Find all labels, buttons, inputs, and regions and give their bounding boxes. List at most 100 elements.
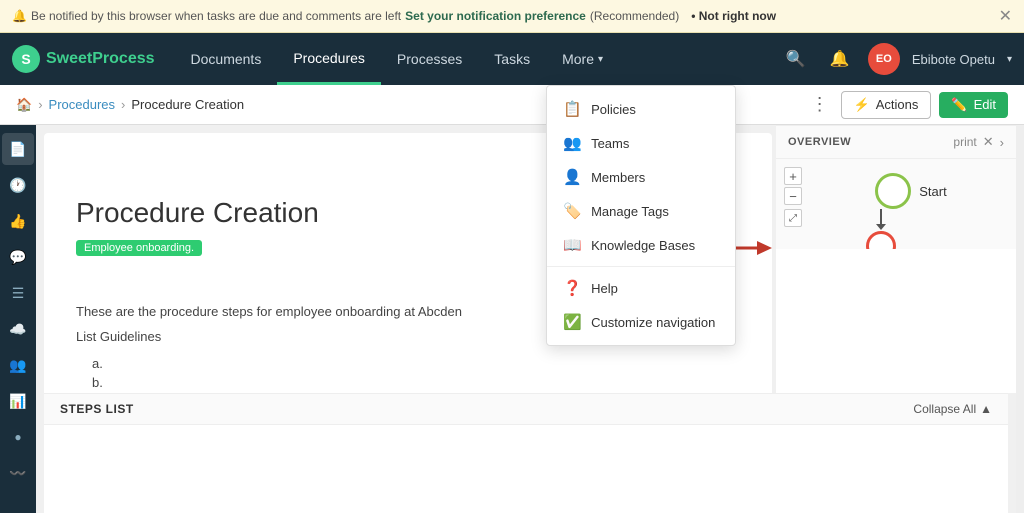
- sidebar-icon-circle[interactable]: ●: [2, 421, 34, 453]
- user-name[interactable]: Ebibote Opetu: [912, 52, 995, 67]
- nav-procedures[interactable]: Procedures: [277, 33, 381, 85]
- customize-icon: ✅: [563, 313, 581, 331]
- nav-processes[interactable]: Processes: [381, 33, 478, 85]
- edit-pencil-icon: ✏️: [951, 97, 967, 113]
- nav-right-actions: 🔍 🔔 EO Ebibote Opetu ▾: [780, 43, 1012, 75]
- fit-map-button[interactable]: ⤢: [784, 209, 802, 227]
- notifications-button[interactable]: 🔔: [824, 43, 856, 75]
- collapse-all-button[interactable]: Collapse All ▲: [913, 402, 992, 416]
- breadcrumb-separator-2: ›: [121, 97, 125, 112]
- procedure-tag[interactable]: Employee onboarding.: [76, 240, 202, 256]
- chevron-down-icon: ▾: [598, 54, 603, 65]
- overview-panel: OVERVIEW print ✕ › + − ⤢: [776, 125, 1016, 393]
- logo[interactable]: S SweetProcess: [12, 45, 155, 73]
- sidebar-icon-likes[interactable]: 👍: [2, 205, 34, 237]
- list-item-a: a.: [92, 354, 740, 373]
- help-label: Help: [591, 281, 618, 296]
- overview-map: + − ⤢ Start: [776, 159, 1016, 249]
- start-circle: [875, 173, 911, 209]
- teams-label: Teams: [591, 136, 629, 151]
- sidebar-icon-comments[interactable]: 💬: [2, 241, 34, 273]
- expand-overview-icon[interactable]: ›: [1000, 135, 1004, 150]
- overview-controls: print ✕ ›: [953, 134, 1004, 150]
- scrollbar-right[interactable]: [1016, 125, 1024, 513]
- start-node: Start: [875, 173, 946, 209]
- print-label[interactable]: print: [953, 135, 976, 149]
- list-item-b: b.: [92, 373, 740, 392]
- main-layout: 📄 🕐 👍 💬 ☰ ☁️ 👥 📊 ● 〰️ 🔔 ⊞ 🌐 Procedure Cr…: [0, 125, 1024, 513]
- steps-panel: STEPS LIST Collapse All ▲: [44, 393, 1008, 513]
- more-label: More: [562, 51, 594, 67]
- steps-header: STEPS LIST Collapse All ▲: [44, 394, 1008, 425]
- nav-documents[interactable]: Documents: [175, 33, 278, 85]
- procedure-panel: 🔔 ⊞ 🌐 Procedure Creation Employee onboar…: [36, 125, 1016, 393]
- notification-bar: 🔔 Be notified by this browser when tasks…: [0, 0, 1024, 33]
- sidebar-icon-analytics[interactable]: 📊: [2, 385, 34, 417]
- not-right-now[interactable]: • Not right now: [691, 9, 776, 23]
- edit-button[interactable]: ✏️ Edit: [939, 92, 1008, 118]
- dropdown-members[interactable]: 👤 Members: [547, 160, 735, 194]
- left-sidebar: 📄 🕐 👍 💬 ☰ ☁️ 👥 📊 ● 〰️: [0, 125, 36, 513]
- start-label: Start: [919, 184, 946, 199]
- dropdown-teams[interactable]: 👥 Teams: [547, 126, 735, 160]
- overview-title: OVERVIEW: [788, 136, 851, 148]
- more-dropdown-menu: 📋 Policies 👥 Teams 👤 Members 🏷️ Manage T…: [546, 85, 736, 346]
- members-icon: 👤: [563, 168, 581, 186]
- user-avatar[interactable]: EO: [868, 43, 900, 75]
- logo-icon: S: [12, 45, 40, 73]
- notification-text: Be notified by this browser when tasks a…: [31, 9, 401, 23]
- collapse-all-label: Collapse All: [913, 402, 976, 416]
- logo-text: SweetProcess: [46, 50, 155, 68]
- dropdown-manage-tags[interactable]: 🏷️ Manage Tags: [547, 194, 735, 228]
- bell-icon: 🔔: [12, 9, 27, 23]
- notification-link[interactable]: Set your notification preference: [405, 9, 586, 23]
- sidebar-icon-wave[interactable]: 〰️: [2, 457, 34, 489]
- breadcrumb-procedures[interactable]: Procedures: [49, 97, 115, 112]
- sidebar-icon-history[interactable]: 🕐: [2, 169, 34, 201]
- policies-icon: 📋: [563, 100, 581, 118]
- steps-title: STEPS LIST: [60, 402, 134, 416]
- user-menu-chevron[interactable]: ▾: [1007, 54, 1012, 65]
- home-icon[interactable]: 🏠: [16, 97, 32, 113]
- dropdown-customize-nav[interactable]: ✅ Customize navigation: [547, 305, 735, 339]
- content-area: 🔔 ⊞ 🌐 Procedure Creation Employee onboar…: [36, 125, 1016, 513]
- policies-label: Policies: [591, 102, 636, 117]
- end-circle: [866, 231, 896, 249]
- breadcrumb-current: Procedure Creation: [131, 97, 244, 112]
- sidebar-icon-list[interactable]: ☰: [2, 277, 34, 309]
- nav-more[interactable]: More ▾ 📋 Policies 👥 Teams 👤 Members 🏷️: [546, 33, 619, 85]
- actions-button[interactable]: ⚡ Actions: [841, 91, 932, 119]
- breadcrumb-separator-1: ›: [38, 97, 42, 112]
- end-node: [866, 231, 896, 249]
- customize-nav-label: Customize navigation: [591, 315, 715, 330]
- chevron-up-icon: ▲: [980, 402, 992, 416]
- nav-links: Documents Procedures Processes Tasks Mor…: [175, 33, 620, 85]
- procedure-list: a. b. c. d. e.: [92, 354, 740, 393]
- lightning-icon: ⚡: [854, 97, 870, 113]
- sidebar-icon-documents[interactable]: 📄: [2, 133, 34, 165]
- actions-label: Actions: [876, 97, 919, 112]
- close-overview-icon[interactable]: ✕: [983, 134, 994, 150]
- teams-icon: 👥: [563, 134, 581, 152]
- zoom-controls: + − ⤢: [784, 167, 802, 227]
- sidebar-icon-users[interactable]: 👥: [2, 349, 34, 381]
- list-item-c: c.: [92, 392, 740, 393]
- menu-divider: [547, 266, 735, 267]
- dropdown-policies[interactable]: 📋 Policies: [547, 92, 735, 126]
- dropdown-knowledge-bases[interactable]: 📖 Knowledge Bases: [547, 228, 735, 262]
- help-icon: ❓: [563, 279, 581, 297]
- book-icon: 📖: [563, 236, 581, 254]
- zoom-in-button[interactable]: +: [784, 167, 802, 185]
- dropdown-help[interactable]: ❓ Help: [547, 271, 735, 305]
- search-button[interactable]: 🔍: [780, 43, 812, 75]
- secondary-bar: 🏠 › Procedures › Procedure Creation ⋮ ⚡ …: [0, 85, 1024, 125]
- close-notification-button[interactable]: ✕: [999, 6, 1012, 26]
- secondary-actions: ⋮ ⚡ Actions ✏️ Edit: [807, 91, 1008, 119]
- knowledge-bases-label: Knowledge Bases: [591, 238, 695, 253]
- nav-tasks[interactable]: Tasks: [478, 33, 546, 85]
- flow-down-arrow: [880, 209, 882, 225]
- overview-header: OVERVIEW print ✕ ›: [776, 126, 1016, 159]
- zoom-out-button[interactable]: −: [784, 187, 802, 205]
- sidebar-icon-cloud[interactable]: ☁️: [2, 313, 34, 345]
- more-options-button[interactable]: ⋮: [807, 94, 833, 115]
